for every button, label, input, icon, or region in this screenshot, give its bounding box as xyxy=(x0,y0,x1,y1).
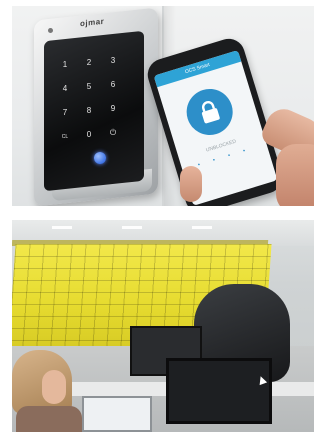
office-lockers-photo xyxy=(12,220,314,432)
thumb xyxy=(180,166,202,202)
unlock-button xyxy=(180,83,239,141)
key-power: ⏻ xyxy=(109,128,117,137)
person-face xyxy=(42,370,66,404)
key-5: 5 xyxy=(86,82,92,91)
key-2: 2 xyxy=(86,58,92,67)
smart-lock-photo: ojmar 1 2 3 4 5 6 7 8 9 CL 0 ⏻ OCS Smart… xyxy=(12,6,314,206)
laptop xyxy=(82,396,152,432)
key-8: 8 xyxy=(86,106,92,115)
person-body xyxy=(16,406,82,432)
key-4: 4 xyxy=(62,84,68,93)
ceiling-light xyxy=(192,226,212,229)
ceiling-light xyxy=(122,226,142,229)
status-led xyxy=(48,28,53,33)
padlock-icon xyxy=(201,101,220,124)
key-9: 9 xyxy=(110,104,116,113)
key-6: 6 xyxy=(110,80,116,89)
front-monitor xyxy=(166,358,272,424)
key-7: 7 xyxy=(62,108,68,117)
key-clear: CL xyxy=(61,134,69,140)
hand xyxy=(276,144,314,206)
key-1: 1 xyxy=(62,60,68,69)
key-0: 0 xyxy=(86,130,92,139)
ceiling-light xyxy=(52,226,72,229)
fingerprint-sensor-icon xyxy=(94,152,106,164)
key-3: 3 xyxy=(110,56,116,65)
